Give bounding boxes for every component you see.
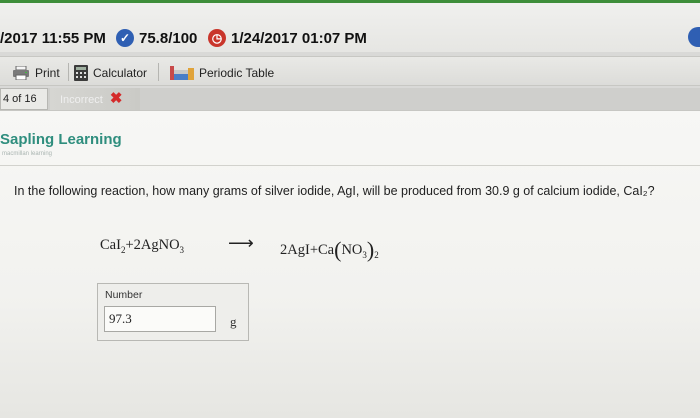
toolbar-divider <box>68 63 69 81</box>
product-agi: 2AgI <box>280 242 310 258</box>
score-value: 75.8/100 <box>139 30 198 47</box>
answer-label: Number <box>105 289 143 301</box>
incorrect-x-icon: ✖ <box>109 90 123 107</box>
due-time: 1/24/2017 01:07 PM <box>231 30 367 47</box>
question-tabs: 4 of 16 Incorrect ✖ <box>0 88 700 110</box>
brand-tagline: macmillan learning <box>2 151 53 157</box>
answer-input[interactable] <box>104 306 216 332</box>
toolbar-divider <box>158 63 159 81</box>
brand-logo: Sapling Learning <box>0 131 122 148</box>
question-counter-tab[interactable]: 4 of 16 <box>0 88 48 110</box>
print-button[interactable]: Print <box>12 64 60 82</box>
answer-unit: g <box>230 314 237 329</box>
status-bar: /2017 11:55 PM ✓ 75.8/100 ◷ 1/24/2017 01… <box>0 0 700 52</box>
score-icon: ✓ <box>116 29 134 47</box>
reaction-arrow: ⟶ <box>228 233 254 253</box>
question-panel: Sapling Learning macmillan learning In t… <box>0 110 700 418</box>
print-label: Print <box>35 66 60 80</box>
reactant-cai2: CaI <box>100 237 121 253</box>
printer-icon <box>13 66 29 80</box>
calculator-icon <box>74 65 88 81</box>
due-clock-icon: ◷ <box>208 29 226 47</box>
incorrect-label: Incorrect <box>60 94 103 106</box>
calculator-label: Calculator <box>93 66 148 80</box>
submitted-time: /2017 11:55 PM <box>0 30 106 47</box>
chemical-equation-reactants: CaI2+2AgNO3 <box>100 237 185 255</box>
product-ca: Ca <box>318 242 335 258</box>
periodic-table-icon <box>170 66 194 80</box>
answer-box: Number g <box>97 283 249 341</box>
toolbar: Print Calculator Periodic Table <box>0 56 700 86</box>
divider <box>0 165 700 166</box>
reactant-agno3: 2AgNO <box>133 237 180 253</box>
periodic-table-label: Periodic Table <box>199 66 275 80</box>
chemical-equation-products: 2AgI+Ca(NO3)2 <box>280 237 379 262</box>
side-tab-icon[interactable] <box>688 27 700 47</box>
incorrect-status-tab[interactable]: Incorrect ✖ <box>50 88 140 110</box>
calculator-button[interactable]: Calculator <box>74 64 147 82</box>
periodic-table-button[interactable]: Periodic Table <box>170 64 274 82</box>
question-text: In the following reaction, how many gram… <box>14 184 655 198</box>
